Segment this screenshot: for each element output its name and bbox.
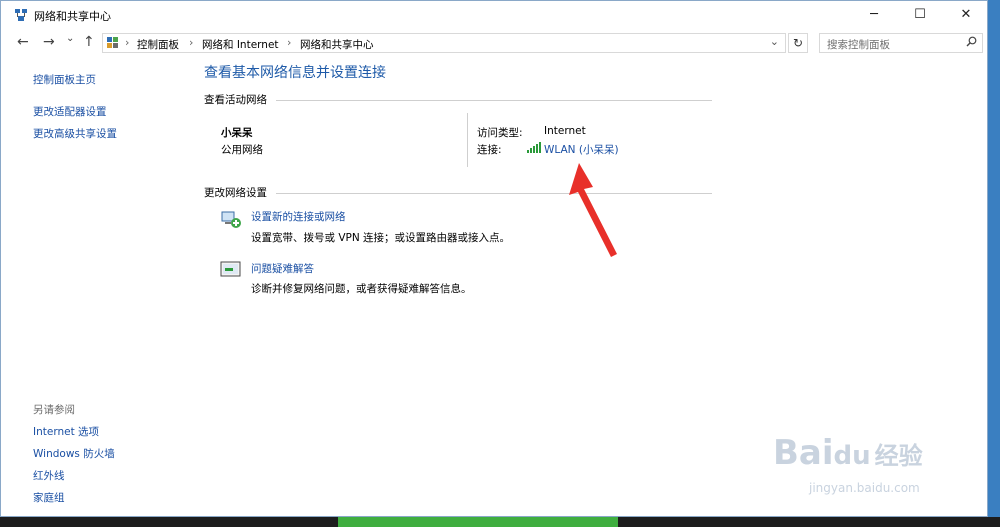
breadcrumb-item-sharing-center[interactable]: 网络和共享中心: [300, 37, 374, 52]
active-networks-heading: 查看活动网络: [204, 94, 267, 106]
forward-button[interactable]: →: [43, 34, 55, 50]
window-title: 网络和共享中心: [34, 10, 111, 23]
sidebar-item-homegroup[interactable]: 家庭组: [33, 490, 65, 505]
troubleshoot-link[interactable]: 问题疑难解答: [251, 261, 314, 276]
sidebar-item-control-panel-home[interactable]: 控制面板主页: [33, 72, 96, 87]
vertical-divider: [467, 113, 468, 167]
network-type[interactable]: 公用网络: [221, 142, 263, 157]
troubleshoot-desc: 诊断并修复网络问题，或者获得疑难解答信息。: [251, 283, 472, 295]
minimize-button[interactable]: ─: [851, 1, 897, 29]
setup-connection-desc: 设置宽带、拨号或 VPN 连接；或设置路由器或接入点。: [251, 232, 511, 244]
maximize-button[interactable]: ☐: [897, 1, 943, 29]
wlan-connection-link[interactable]: WLAN (小呆呆): [544, 142, 619, 157]
control-panel-icon: [107, 37, 119, 52]
recent-locations-button[interactable]: ⌄: [66, 33, 74, 44]
back-button[interactable]: ←: [17, 34, 29, 50]
close-button[interactable]: ✕: [943, 1, 989, 29]
breadcrumb[interactable]: › 控制面板 › 网络和 Internet › 网络和共享中心 ⌄: [102, 33, 786, 53]
access-type-label: 访问类型:: [477, 127, 523, 139]
title-bar: 网络和共享中心 ─ ☐ ✕: [1, 1, 987, 29]
address-bar: ← → ⌄ ↑ › 控制面板 › 网络和 Internet › 网络和共享中心 …: [1, 29, 987, 57]
network-center-icon: [14, 8, 28, 25]
wifi-signal-icon: [527, 142, 541, 156]
breadcrumb-item-network-internet[interactable]: 网络和 Internet: [202, 37, 279, 52]
sidebar-item-infrared[interactable]: 红外线: [33, 468, 65, 483]
breadcrumb-separator: ›: [125, 36, 130, 49]
sidebar-item-advanced-sharing[interactable]: 更改高级共享设置: [33, 126, 117, 141]
up-button[interactable]: ↑: [83, 34, 95, 50]
search-placeholder: 搜索控制面板: [827, 39, 890, 51]
section-divider: [276, 193, 712, 194]
section-divider: [276, 100, 712, 101]
sidebar-item-adapter-settings[interactable]: 更改适配器设置: [33, 104, 107, 119]
access-type-value: Internet: [544, 125, 586, 137]
search-input[interactable]: 搜索控制面板: [819, 33, 983, 53]
address-dropdown-button[interactable]: ⌄: [770, 35, 779, 48]
connections-label: 连接:: [477, 144, 502, 156]
see-also-heading: 另请参阅: [33, 404, 75, 416]
change-settings-heading: 更改网络设置: [204, 187, 267, 199]
breadcrumb-separator: ›: [189, 36, 194, 49]
taskbar-item: [338, 517, 618, 527]
taskbar: [0, 517, 1000, 527]
sidebar-item-windows-firewall[interactable]: Windows 防火墙: [33, 446, 115, 461]
troubleshoot-icon: [220, 260, 242, 283]
network-setup-icon: [220, 208, 242, 233]
page-title: 查看基本网络信息并设置连接: [204, 65, 386, 81]
watermark-logo: Baidu 经验: [773, 433, 923, 473]
window: 网络和共享中心 ─ ☐ ✕ ← → ⌄ ↑ › 控制面板 › 网络和 Inter…: [0, 0, 988, 517]
sidebar-item-internet-options[interactable]: Internet 选项: [33, 424, 99, 439]
setup-connection-link[interactable]: 设置新的连接或网络: [251, 209, 346, 224]
annotation-arrow: [569, 163, 617, 257]
breadcrumb-separator: ›: [287, 36, 292, 49]
network-name: 小呆呆: [221, 127, 253, 139]
watermark-url: jingyan.baidu.com: [809, 481, 920, 495]
search-icon[interactable]: [966, 36, 977, 50]
refresh-button[interactable]: ↻: [788, 33, 808, 53]
breadcrumb-item-control-panel[interactable]: 控制面板: [137, 37, 179, 52]
